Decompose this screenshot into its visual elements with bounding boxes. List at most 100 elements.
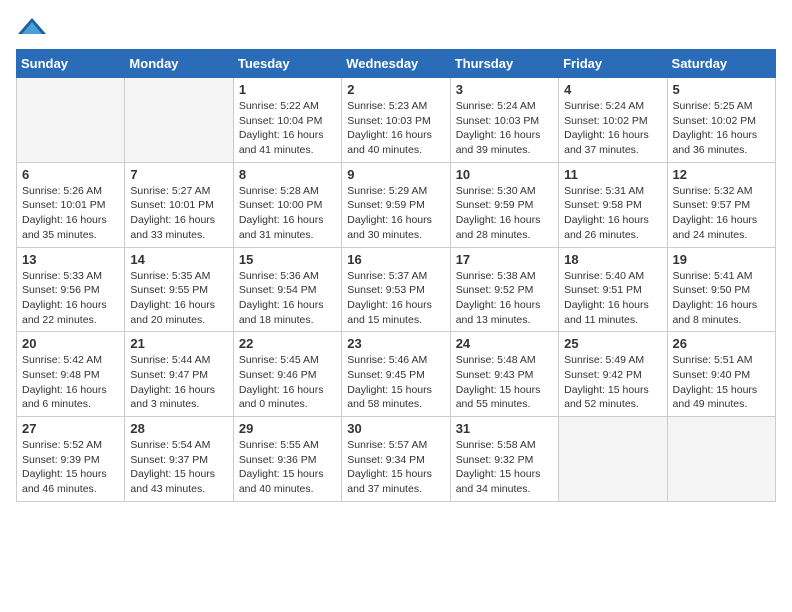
calendar-cell: 2 Sunrise: 5:23 AM Sunset: 10:03 PM Dayli… bbox=[342, 78, 450, 163]
calendar-cell: 30 Sunrise: 5:57 AM Sunset: 9:34 PM Dayli… bbox=[342, 417, 450, 502]
days-header-row: SundayMondayTuesdayWednesdayThursdayFrid… bbox=[17, 50, 776, 78]
calendar-cell: 10Sunrise: 5:30 AM Sunset: 9:59 PM Dayli… bbox=[450, 162, 558, 247]
day-number: 10 bbox=[456, 167, 553, 182]
day-info: Sunrise: 5:45 AM Sunset: 9:46 PM Dayligh… bbox=[239, 353, 336, 412]
calendar-cell: 1 Sunrise: 5:22 AM Sunset: 10:04 PM Dayli… bbox=[233, 78, 341, 163]
calendar-cell: 3 Sunrise: 5:24 AM Sunset: 10:03 PM Dayli… bbox=[450, 78, 558, 163]
day-number: 9 bbox=[347, 167, 444, 182]
day-info: Sunrise: 5:51 AM Sunset: 9:40 PM Dayligh… bbox=[673, 353, 770, 412]
day-header-friday: Friday bbox=[559, 50, 667, 78]
day-number: 30 bbox=[347, 421, 444, 436]
calendar-cell: 31 Sunrise: 5:58 AM Sunset: 9:32 PM Dayli… bbox=[450, 417, 558, 502]
week-row-2: 6 Sunrise: 5:26 AM Sunset: 10:01 PM Dayli… bbox=[17, 162, 776, 247]
calendar-cell: 6 Sunrise: 5:26 AM Sunset: 10:01 PM Dayli… bbox=[17, 162, 125, 247]
day-number: 4 bbox=[564, 82, 661, 97]
day-number: 16 bbox=[347, 252, 444, 267]
day-info: Sunrise: 5:35 AM Sunset: 9:55 PM Dayligh… bbox=[130, 269, 227, 328]
calendar-cell: 23 Sunrise: 5:46 AM Sunset: 9:45 PM Dayli… bbox=[342, 332, 450, 417]
day-info: Sunrise: 5:22 AM Sunset: 10:04 PM Daylig… bbox=[239, 99, 336, 158]
day-number: 19 bbox=[673, 252, 770, 267]
calendar-cell bbox=[17, 78, 125, 163]
day-info: Sunrise: 5:37 AM Sunset: 9:53 PM Dayligh… bbox=[347, 269, 444, 328]
day-info: Sunrise: 5:48 AM Sunset: 9:43 PM Dayligh… bbox=[456, 353, 553, 412]
day-number: 2 bbox=[347, 82, 444, 97]
calendar-cell: 7 Sunrise: 5:27 AM Sunset: 10:01 PM Dayli… bbox=[125, 162, 233, 247]
calendar-cell: 21Sunrise: 5:44 AM Sunset: 9:47 PM Dayli… bbox=[125, 332, 233, 417]
day-info: Sunrise: 5:32 AM Sunset: 9:57 PM Dayligh… bbox=[673, 184, 770, 243]
day-info: Sunrise: 5:49 AM Sunset: 9:42 PM Dayligh… bbox=[564, 353, 661, 412]
calendar-cell: 29 Sunrise: 5:55 AM Sunset: 9:36 PM Dayli… bbox=[233, 417, 341, 502]
day-number: 31 bbox=[456, 421, 553, 436]
logo-icon bbox=[18, 16, 46, 36]
header bbox=[16, 16, 776, 41]
logo bbox=[16, 16, 48, 41]
calendar-cell: 24 Sunrise: 5:48 AM Sunset: 9:43 PM Dayli… bbox=[450, 332, 558, 417]
day-info: Sunrise: 5:36 AM Sunset: 9:54 PM Dayligh… bbox=[239, 269, 336, 328]
day-number: 14 bbox=[130, 252, 227, 267]
day-number: 26 bbox=[673, 336, 770, 351]
day-info: Sunrise: 5:28 AM Sunset: 10:00 PM Daylig… bbox=[239, 184, 336, 243]
day-number: 17 bbox=[456, 252, 553, 267]
day-number: 24 bbox=[456, 336, 553, 351]
day-info: Sunrise: 5:40 AM Sunset: 9:51 PM Dayligh… bbox=[564, 269, 661, 328]
week-row-5: 27 Sunrise: 5:52 AM Sunset: 9:39 PM Dayli… bbox=[17, 417, 776, 502]
day-info: Sunrise: 5:31 AM Sunset: 9:58 PM Dayligh… bbox=[564, 184, 661, 243]
week-row-1: 1 Sunrise: 5:22 AM Sunset: 10:04 PM Dayli… bbox=[17, 78, 776, 163]
calendar-cell: 28 Sunrise: 5:54 AM Sunset: 9:37 PM Dayli… bbox=[125, 417, 233, 502]
day-number: 22 bbox=[239, 336, 336, 351]
day-number: 11 bbox=[564, 167, 661, 182]
calendar: SundayMondayTuesdayWednesdayThursdayFrid… bbox=[16, 49, 776, 502]
day-number: 8 bbox=[239, 167, 336, 182]
day-header-wednesday: Wednesday bbox=[342, 50, 450, 78]
day-number: 21 bbox=[130, 336, 227, 351]
day-number: 29 bbox=[239, 421, 336, 436]
day-info: Sunrise: 5:25 AM Sunset: 10:02 PM Daylig… bbox=[673, 99, 770, 158]
calendar-cell: 9Sunrise: 5:29 AM Sunset: 9:59 PM Daylig… bbox=[342, 162, 450, 247]
calendar-cell bbox=[559, 417, 667, 502]
day-number: 18 bbox=[564, 252, 661, 267]
calendar-cell: 14 Sunrise: 5:35 AM Sunset: 9:55 PM Dayli… bbox=[125, 247, 233, 332]
day-header-tuesday: Tuesday bbox=[233, 50, 341, 78]
day-number: 1 bbox=[239, 82, 336, 97]
day-header-sunday: Sunday bbox=[17, 50, 125, 78]
day-info: Sunrise: 5:23 AM Sunset: 10:03 PM Daylig… bbox=[347, 99, 444, 158]
day-info: Sunrise: 5:26 AM Sunset: 10:01 PM Daylig… bbox=[22, 184, 119, 243]
day-number: 23 bbox=[347, 336, 444, 351]
day-header-monday: Monday bbox=[125, 50, 233, 78]
calendar-cell bbox=[667, 417, 775, 502]
calendar-cell: 25 Sunrise: 5:49 AM Sunset: 9:42 PM Dayli… bbox=[559, 332, 667, 417]
day-info: Sunrise: 5:24 AM Sunset: 10:02 PM Daylig… bbox=[564, 99, 661, 158]
calendar-cell: 4 Sunrise: 5:24 AM Sunset: 10:02 PM Dayli… bbox=[559, 78, 667, 163]
day-info: Sunrise: 5:33 AM Sunset: 9:56 PM Dayligh… bbox=[22, 269, 119, 328]
day-info: Sunrise: 5:57 AM Sunset: 9:34 PM Dayligh… bbox=[347, 438, 444, 497]
calendar-cell: 17 Sunrise: 5:38 AM Sunset: 9:52 PM Dayli… bbox=[450, 247, 558, 332]
day-info: Sunrise: 5:46 AM Sunset: 9:45 PM Dayligh… bbox=[347, 353, 444, 412]
day-info: Sunrise: 5:54 AM Sunset: 9:37 PM Dayligh… bbox=[130, 438, 227, 497]
calendar-cell: 8 Sunrise: 5:28 AM Sunset: 10:00 PM Dayli… bbox=[233, 162, 341, 247]
calendar-cell: 15Sunrise: 5:36 AM Sunset: 9:54 PM Dayli… bbox=[233, 247, 341, 332]
day-number: 27 bbox=[22, 421, 119, 436]
day-info: Sunrise: 5:38 AM Sunset: 9:52 PM Dayligh… bbox=[456, 269, 553, 328]
day-info: Sunrise: 5:42 AM Sunset: 9:48 PM Dayligh… bbox=[22, 353, 119, 412]
day-number: 28 bbox=[130, 421, 227, 436]
day-number: 7 bbox=[130, 167, 227, 182]
day-number: 13 bbox=[22, 252, 119, 267]
day-number: 25 bbox=[564, 336, 661, 351]
calendar-cell: 19 Sunrise: 5:41 AM Sunset: 9:50 PM Dayli… bbox=[667, 247, 775, 332]
day-number: 5 bbox=[673, 82, 770, 97]
day-info: Sunrise: 5:55 AM Sunset: 9:36 PM Dayligh… bbox=[239, 438, 336, 497]
calendar-cell bbox=[125, 78, 233, 163]
calendar-cell: 22 Sunrise: 5:45 AM Sunset: 9:46 PM Dayli… bbox=[233, 332, 341, 417]
calendar-cell: 16 Sunrise: 5:37 AM Sunset: 9:53 PM Dayli… bbox=[342, 247, 450, 332]
day-info: Sunrise: 5:24 AM Sunset: 10:03 PM Daylig… bbox=[456, 99, 553, 158]
calendar-cell: 20Sunrise: 5:42 AM Sunset: 9:48 PM Dayli… bbox=[17, 332, 125, 417]
day-info: Sunrise: 5:58 AM Sunset: 9:32 PM Dayligh… bbox=[456, 438, 553, 497]
day-info: Sunrise: 5:27 AM Sunset: 10:01 PM Daylig… bbox=[130, 184, 227, 243]
day-header-thursday: Thursday bbox=[450, 50, 558, 78]
week-row-3: 13 Sunrise: 5:33 AM Sunset: 9:56 PM Dayli… bbox=[17, 247, 776, 332]
day-number: 6 bbox=[22, 167, 119, 182]
day-number: 3 bbox=[456, 82, 553, 97]
calendar-cell: 11 Sunrise: 5:31 AM Sunset: 9:58 PM Dayli… bbox=[559, 162, 667, 247]
day-info: Sunrise: 5:52 AM Sunset: 9:39 PM Dayligh… bbox=[22, 438, 119, 497]
day-info: Sunrise: 5:41 AM Sunset: 9:50 PM Dayligh… bbox=[673, 269, 770, 328]
